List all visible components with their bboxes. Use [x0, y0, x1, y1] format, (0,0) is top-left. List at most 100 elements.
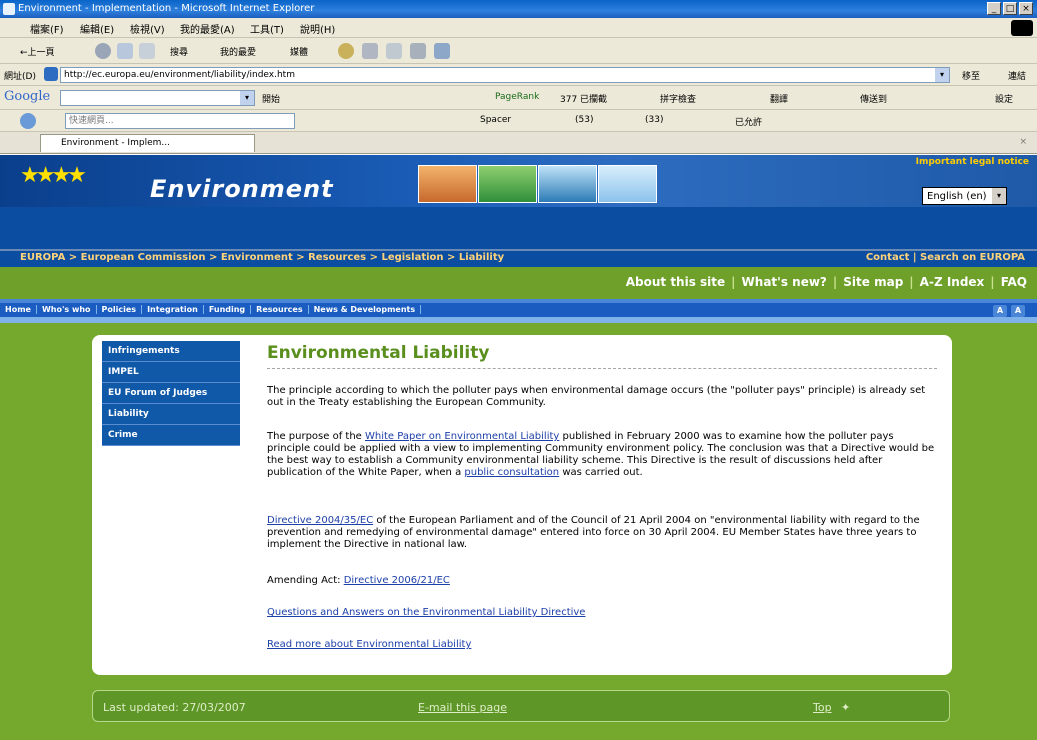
arrow-up-icon[interactable]: ✦: [841, 701, 850, 714]
edit-icon[interactable]: [410, 43, 426, 59]
nav-resources[interactable]: Resources: [251, 305, 309, 314]
google-search-input[interactable]: ▾: [60, 90, 255, 106]
paragraph-directive: Directive 2004/35/EC of the European Par…: [267, 515, 935, 551]
banner-photo-3: [538, 165, 597, 203]
site-banner: ★★★★ Environment Important legal notice …: [0, 155, 1037, 267]
qa-link-row: Questions and Answers on the Environment…: [267, 607, 935, 619]
menu-file[interactable]: 檔案(F): [30, 21, 64, 36]
nav-policies[interactable]: Policies: [96, 305, 143, 314]
home-icon[interactable]: [139, 43, 155, 59]
search-button[interactable]: 搜尋: [170, 45, 188, 58]
tab-close-icon[interactable]: ×: [1019, 137, 1027, 147]
back-button[interactable]: ←上一頁: [20, 45, 55, 58]
page-icon: [44, 67, 58, 81]
leftnav-liability[interactable]: Liability: [102, 404, 240, 425]
email-page-link[interactable]: E-mail this page: [418, 701, 507, 714]
menu-help[interactable]: 說明(H): [300, 21, 335, 36]
close-button[interactable]: ×: [1019, 2, 1033, 15]
send-to-button[interactable]: 傳送到: [860, 92, 887, 105]
mail-icon[interactable]: [362, 43, 378, 59]
history-icon[interactable]: [338, 43, 354, 59]
legal-notice-link[interactable]: Important legal notice: [916, 157, 1029, 167]
nav-integration[interactable]: Integration: [142, 305, 204, 314]
last-updated: Last updated: 27/03/2007: [103, 701, 246, 714]
go-button[interactable]: 移至: [962, 69, 980, 82]
az-index-link[interactable]: A-Z Index: [920, 275, 985, 289]
nav-whos-who[interactable]: Who's who: [36, 305, 97, 314]
links-label[interactable]: 連結: [1008, 69, 1026, 82]
spellcheck-button[interactable]: 拼字檢查: [660, 92, 696, 105]
site-map-link[interactable]: Site map: [843, 275, 903, 289]
banner-photo-2: [478, 165, 537, 203]
menu-edit[interactable]: 編輯(E): [80, 21, 114, 36]
window-titlebar: Environment - Implementation - Microsoft…: [0, 0, 1037, 18]
translate-button[interactable]: 翻譯: [770, 92, 788, 105]
window-title: Environment - Implementation - Microsoft…: [18, 3, 315, 14]
leftnav-forum-judges[interactable]: EU Forum of Judges: [102, 383, 240, 404]
links-item-33[interactable]: (33): [645, 115, 663, 125]
tab-environment[interactable]: Environment - Implem...: [40, 134, 255, 152]
address-url: http://ec.europa.eu/environment/liabilit…: [64, 70, 295, 80]
white-paper-link[interactable]: White Paper on Environmental Liability: [365, 431, 559, 442]
breadcrumb[interactable]: EUROPA > European Commission > Environme…: [20, 252, 504, 263]
menu-view[interactable]: 檢視(V): [130, 21, 165, 36]
leftnav-infringements[interactable]: Infringements: [102, 341, 240, 362]
left-nav: Infringements IMPEL EU Forum of Judges L…: [102, 341, 240, 446]
spacer-button[interactable]: Spacer: [480, 115, 511, 125]
faq-link[interactable]: FAQ: [1001, 275, 1027, 289]
windows-logo-icon: [1011, 20, 1033, 36]
stop-icon[interactable]: [95, 43, 111, 59]
links-item-allowed[interactable]: 已允許: [735, 115, 762, 128]
maximize-button[interactable]: □: [1003, 2, 1017, 15]
nav-funding[interactable]: Funding: [203, 305, 252, 314]
top-link[interactable]: Top: [813, 701, 832, 714]
address-dropdown-icon[interactable]: ▾: [935, 68, 949, 82]
favorites-button[interactable]: 我的最愛: [220, 45, 256, 58]
minimize-button[interactable]: _: [987, 2, 1001, 15]
contact-search-links[interactable]: Contact | Search on EUROPA: [866, 252, 1025, 263]
whats-new-link[interactable]: What's new?: [742, 275, 827, 289]
site-title: Environment: [150, 175, 334, 203]
ie-icon: [3, 3, 15, 15]
google-search-button[interactable]: 開始: [262, 92, 280, 105]
address-bar: 網址(D) http://ec.europa.eu/environment/li…: [0, 64, 1037, 86]
language-dropdown-icon[interactable]: ▾: [992, 188, 1006, 204]
menu-bar: 檔案(F) 編輯(E) 檢視(V) 我的最愛(A) 工具(T) 說明(H): [0, 18, 1037, 38]
language-select[interactable]: English (en) ▾: [922, 187, 1007, 205]
address-input[interactable]: http://ec.europa.eu/environment/liabilit…: [60, 67, 950, 83]
directive-2006-link[interactable]: Directive 2006/21/EC: [344, 575, 450, 586]
links-bar: 快速網頁... Spacer (53) (33) 已允許: [0, 110, 1037, 132]
qa-link[interactable]: Questions and Answers on the Environment…: [267, 607, 585, 618]
main-nav: Home Who's who Policies Integration Funding R…: [0, 299, 1037, 323]
banner-photo-1: [418, 165, 477, 203]
public-consultation-link[interactable]: public consultation: [464, 467, 559, 478]
menu-favorites[interactable]: 我的最愛(A): [180, 21, 235, 36]
popup-blocker[interactable]: 377 已攔截: [560, 92, 607, 105]
refresh-icon[interactable]: [117, 43, 133, 59]
leftnav-crime[interactable]: Crime: [102, 425, 240, 446]
messenger-icon[interactable]: [434, 43, 450, 59]
google-logo[interactable]: Google: [4, 89, 50, 104]
about-link[interactable]: About this site: [626, 275, 725, 289]
read-more-link[interactable]: Read more about Environmental Liability: [267, 639, 471, 650]
directive-2004-link[interactable]: Directive 2004/35/EC: [267, 515, 373, 526]
quick-search-input[interactable]: 快速網頁...: [65, 113, 295, 129]
text-smaller-button[interactable]: A: [993, 305, 1007, 317]
links-item-53[interactable]: (53): [575, 115, 593, 125]
nav-news[interactable]: News & Developments: [308, 305, 422, 314]
leftnav-impel[interactable]: IMPEL: [102, 362, 240, 383]
content-panel: Infringements IMPEL EU Forum of Judges L…: [92, 335, 952, 675]
google-settings-button[interactable]: 設定: [995, 92, 1013, 105]
quick-search-placeholder: 快速網頁...: [69, 116, 114, 126]
google-dropdown-icon[interactable]: ▾: [240, 91, 254, 105]
paragraph-amending-act: Amending Act: Directive 2006/21/EC: [267, 575, 935, 587]
text-larger-button[interactable]: A: [1011, 305, 1025, 317]
print-icon[interactable]: [386, 43, 402, 59]
ie-small-icon: [20, 113, 36, 129]
address-label: 網址(D): [4, 72, 36, 82]
menu-tools[interactable]: 工具(T): [250, 21, 284, 36]
nav-home[interactable]: Home: [0, 305, 37, 314]
media-button[interactable]: 媒體: [290, 45, 308, 58]
web-page: ★★★★ Environment Important legal notice …: [0, 155, 1037, 740]
pagerank-button[interactable]: PageRank: [495, 92, 539, 102]
